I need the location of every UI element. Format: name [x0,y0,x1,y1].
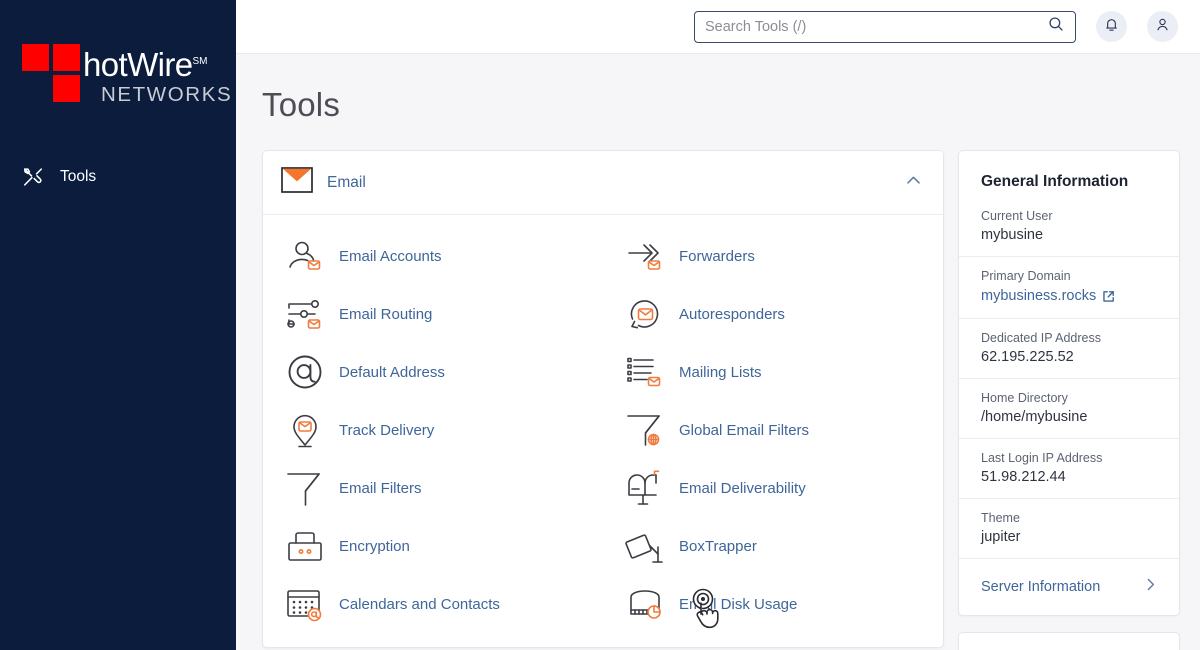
info-value: 51.98.212.44 [981,469,1066,485]
logo-subtitle: NETWORKS [101,83,233,106]
tool-global-email-filters[interactable]: Global Email Filters [603,401,943,459]
tool-label: Email Disk Usage [679,595,798,613]
search-box[interactable] [694,10,1076,43]
arrow-forward-envelope-icon [625,236,665,276]
page-title: Tools [262,86,341,123]
tools-icon [22,166,44,188]
content-area: Email Email Accounts Forwarders Email Ro… [236,150,1200,650]
info-value: mybusiness.rocks [981,288,1097,304]
primary-domain-link[interactable]: mybusiness.rocks [981,288,1115,304]
tool-forwarders[interactable]: Forwarders [603,227,943,285]
lock-icon [285,526,325,566]
search-input[interactable] [705,18,1047,35]
info-label: Last Login IP Address [981,451,1103,465]
logo-name: hotWireSM [83,45,232,81]
map-pin-envelope-icon [285,410,325,450]
tool-autoresponders[interactable]: Autoresponders [603,285,943,343]
disk-gauge-icon [625,584,665,624]
envelope-icon [281,167,313,198]
email-section-card: Email Email Accounts Forwarders Email Ro… [262,150,944,648]
top-bar [236,0,1200,54]
tool-calendars-and-contacts[interactable]: Calendars and Contacts [263,575,603,633]
tool-label: Calendars and Contacts [339,595,500,613]
general-information-card: General Information Current User mybusin… [958,150,1180,616]
tool-label: Mailing Lists [679,363,762,381]
tool-email-disk-usage[interactable]: Email Disk Usage [603,575,943,633]
logo-squares-icon [22,44,80,102]
email-section-title: Email [327,173,366,191]
chevron-up-icon[interactable] [904,171,923,195]
funnel-icon [285,468,325,508]
tool-boxtrapper[interactable]: BoxTrapper [603,517,943,575]
tool-label: Email Filters [339,479,422,497]
tool-encryption[interactable]: Encryption [263,517,603,575]
info-row-home-directory: Home Directory /home/mybusine [959,378,1179,438]
tool-label: BoxTrapper [679,537,757,555]
tool-mailing-lists[interactable]: Mailing Lists [603,343,943,401]
logo-name-part2: Wire [127,46,193,83]
info-label: Dedicated IP Address [981,331,1101,345]
info-value: /home/mybusine [981,409,1088,425]
routing-nodes-icon [285,294,325,334]
right-column: General Information Current User mybusin… [958,150,1180,650]
tool-label: Email Routing [339,305,433,323]
tool-track-delivery[interactable]: Track Delivery [263,401,603,459]
left-sidebar: hotWireSM NETWORKS Tools [0,0,236,650]
circular-arrow-envelope-icon [625,294,665,334]
user-icon [1154,16,1171,38]
tool-label: Global Email Filters [679,421,810,439]
email-tools-grid: Email Accounts Forwarders Email Routing … [263,215,943,647]
funnel-globe-icon [625,410,665,450]
info-label: Primary Domain [981,269,1071,283]
chevron-right-icon [1142,576,1159,597]
bell-icon [1103,16,1120,38]
tool-email-accounts[interactable]: Email Accounts [263,227,603,285]
info-row-theme: Theme jupiter [959,498,1179,558]
email-section-header[interactable]: Email [263,151,943,215]
info-label: Theme [981,511,1020,525]
main-area: Tools Email [236,0,1200,650]
info-label: Current User [981,209,1053,223]
general-information-title: General Information [981,173,1129,190]
tool-label: Forwarders [679,247,755,265]
info-value: mybusine [981,227,1044,243]
tool-default-address[interactable]: Default Address [263,343,603,401]
search-icon[interactable] [1047,15,1065,38]
tool-label: Autoresponders [679,305,785,323]
secondary-panel-card [958,632,1180,650]
sidebar-item-label: Tools [60,168,97,185]
info-row-dedicated-ip: Dedicated IP Address 62.195.225.52 [959,318,1179,378]
info-row-primary-domain: Primary Domain mybusiness.rocks [959,256,1179,318]
sidebar-item-tools[interactable]: Tools [0,160,236,194]
app-root: hotWireSM NETWORKS Tools Search Tools (/… [0,0,1200,650]
account-button[interactable] [1147,11,1178,42]
info-value: 62.195.225.52 [981,349,1074,365]
brand-logo[interactable]: hotWireSM NETWORKS [22,44,232,107]
tool-email-filters[interactable]: Email Filters [263,459,603,517]
at-sign-icon [285,352,325,392]
info-row-last-login-ip: Last Login IP Address 51.98.212.44 [959,438,1179,498]
external-link-icon [1102,290,1115,303]
server-information-link[interactable]: Server Information [959,558,1179,615]
user-envelope-icon [285,236,325,276]
tool-label: Email Deliverability [679,479,806,497]
logo-name-part1: hot [83,46,128,83]
mailbox-icon [625,468,665,508]
list-envelope-icon [625,352,665,392]
info-label: Home Directory [981,391,1068,405]
box-trap-icon [625,526,665,566]
tool-email-routing[interactable]: Email Routing [263,285,603,343]
logo-wordmark: hotWireSM NETWORKS [83,44,232,107]
tool-email-deliverability[interactable]: Email Deliverability [603,459,943,517]
server-information-label: Server Information [981,578,1101,595]
tool-label: Encryption [339,537,410,555]
notifications-button[interactable] [1096,11,1127,42]
info-value: jupiter [981,529,1021,545]
tool-label: Track Delivery [339,421,435,439]
calendar-at-icon [285,584,325,624]
info-row-current-user: Current User mybusine [959,209,1179,256]
logo-sm-mark: SM [192,56,208,67]
tool-label: Email Accounts [339,247,442,265]
tool-label: Default Address [339,363,445,381]
